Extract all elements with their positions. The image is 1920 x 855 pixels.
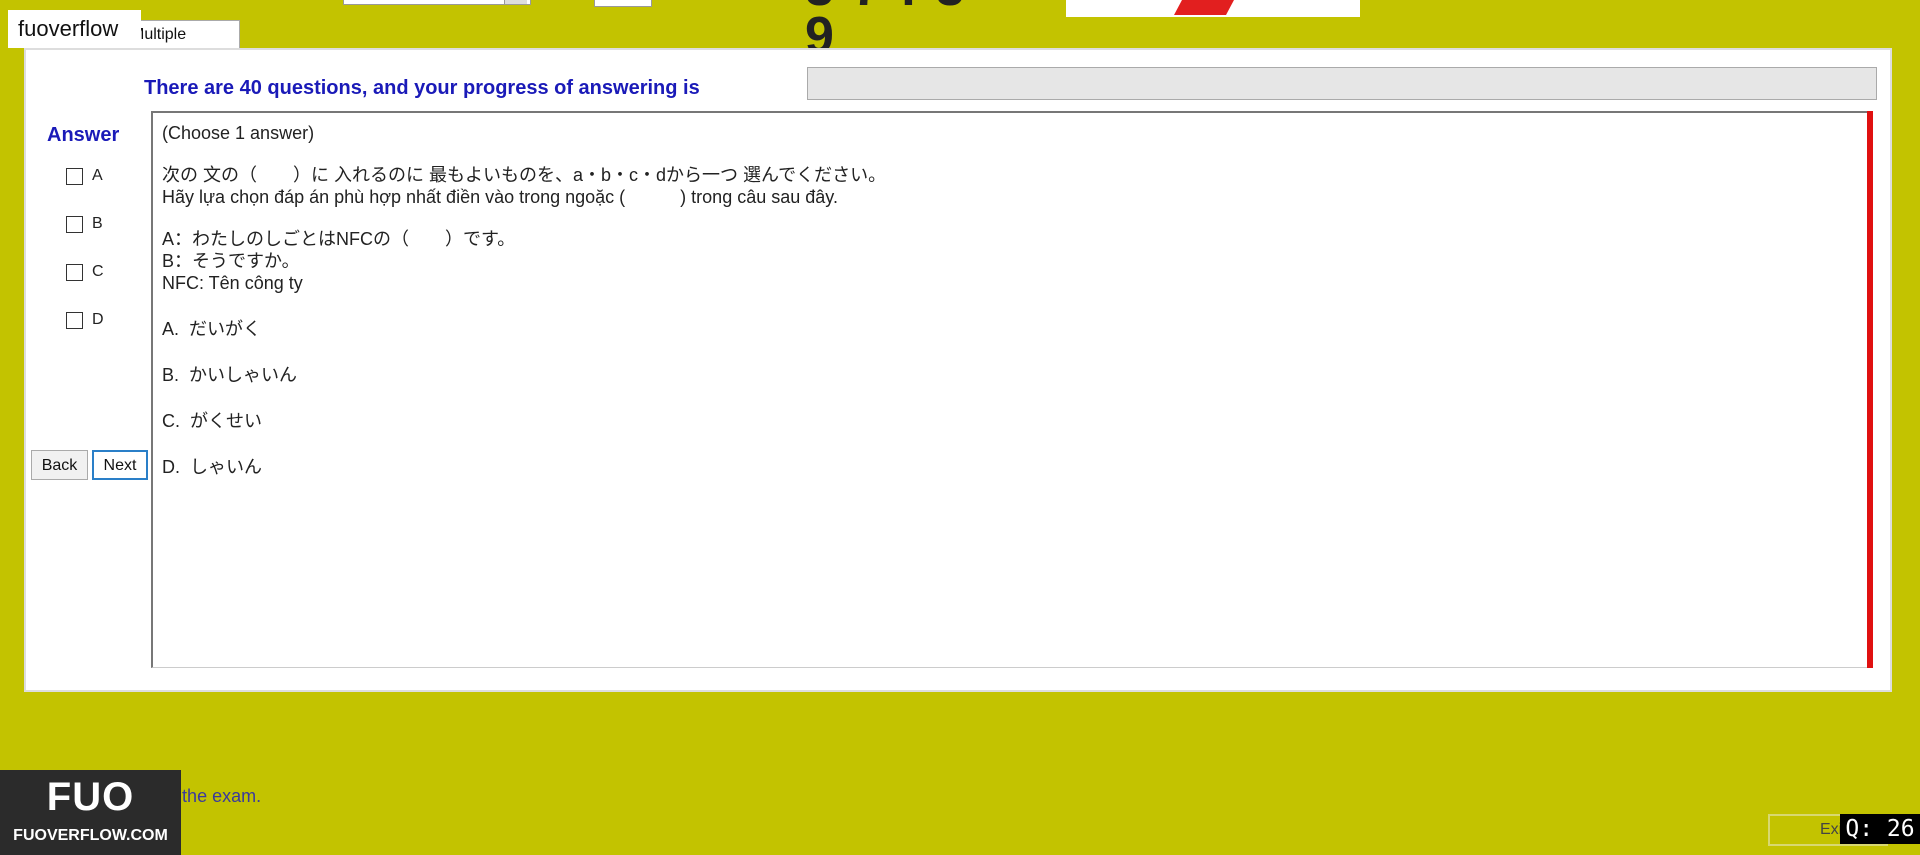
choice-text: C. がくせい	[162, 411, 263, 431]
top-image	[1066, 0, 1360, 17]
question-prompt-vietnamese: Hãy lựa chọn đáp án phù hợp nhất điền và…	[162, 187, 838, 207]
top-dropdown-arrow[interactable]	[504, 0, 527, 4]
question-prompt-japanese: 次の 文の（ ）に 入れるのに 最もよいものを、a・b・c・dから一つ 選んでく…	[162, 165, 887, 185]
choice-text: A. だいがく	[162, 319, 262, 339]
top-dropdown[interactable]	[343, 0, 531, 5]
dialogue-line: B：そうですか。	[162, 251, 300, 271]
question-counter: Q: 26	[1840, 814, 1920, 844]
checkbox[interactable]	[66, 167, 83, 185]
checkbox[interactable]	[66, 311, 83, 329]
progress-label: There are 40 questions, and your progres…	[144, 77, 700, 99]
choice-text: D. しゃいん	[162, 457, 263, 477]
logo-mark: FUO	[46, 775, 135, 819]
option-label: A	[92, 167, 103, 184]
question-scrollbar[interactable]	[1867, 111, 1873, 668]
question-text: (Choose 1 answer) 次の 文の（ ）に 入れるのに 最もよいもの…	[162, 122, 1852, 478]
option-label: D	[92, 311, 104, 328]
question-instruction: (Choose 1 answer)	[162, 123, 315, 143]
dialogue-line: A：わたしのしごとはNFCの（ ）です。	[162, 229, 516, 249]
next-button[interactable]: Next	[92, 450, 148, 480]
dialogue-line: NFC: Tên công ty	[162, 273, 303, 293]
fuoverflow-logo: FUO FUOVERFLOW.COM	[0, 770, 181, 855]
answer-option-d[interactable]: D	[66, 309, 136, 331]
red-graphic	[1174, 0, 1234, 15]
top-spinner[interactable]	[594, 0, 652, 7]
checkbox[interactable]	[66, 263, 83, 281]
timer-display: 3 7 : 3 9	[805, 0, 964, 65]
answer-option-c[interactable]: C	[66, 261, 136, 283]
progress-bar	[807, 67, 1877, 100]
answer-option-b[interactable]: B	[66, 213, 136, 235]
watermark-label: fuoverflow	[8, 10, 141, 48]
answer-heading: Answer	[47, 124, 120, 146]
logo-text: FUOVERFLOW.COM	[13, 827, 168, 844]
back-button[interactable]: Back	[31, 450, 88, 480]
answer-option-a[interactable]: A	[66, 165, 136, 187]
checkbox[interactable]	[66, 215, 83, 233]
option-label: B	[92, 215, 103, 232]
choice-text: B. かいしゃいん	[162, 365, 298, 385]
option-label: C	[92, 263, 104, 280]
